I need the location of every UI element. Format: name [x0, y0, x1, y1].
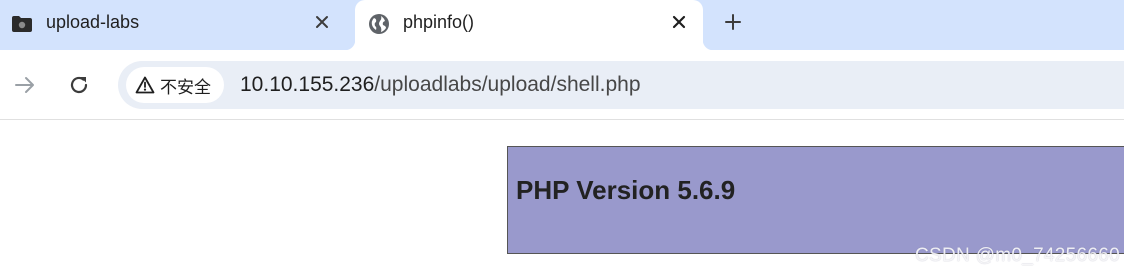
reload-icon[interactable]: [66, 72, 92, 98]
security-indicator[interactable]: 不安全: [126, 67, 224, 103]
globe-icon: [368, 13, 390, 35]
phpinfo-header: PHP Version 5.6.9: [507, 146, 1124, 254]
tab-upload-labs[interactable]: upload-labs: [0, 0, 346, 50]
page-content: PHP Version 5.6.9 CSDN @m0_74256660: [0, 121, 1124, 271]
tab-title: phpinfo(): [403, 12, 475, 32]
tab-phpinfo[interactable]: phpinfo(): [345, 0, 713, 50]
forward-arrow-icon[interactable]: [12, 72, 38, 98]
url-path: /uploadlabs/upload/shell.php: [374, 73, 641, 96]
security-label: 不安全: [160, 77, 211, 98]
close-icon[interactable]: [667, 10, 691, 34]
plus-icon[interactable]: [720, 9, 746, 35]
tab-title: upload-labs: [46, 12, 140, 32]
url-host: 10.10.155.236: [240, 73, 375, 96]
warning-icon: [135, 75, 155, 95]
folder-icon: [11, 13, 33, 35]
watermark: CSDN @m0_74256660: [915, 245, 1120, 266]
address-bar[interactable]: 不安全 10.10.155.236/uploadlabs/upload/shel…: [118, 61, 1124, 109]
close-icon[interactable]: [310, 10, 334, 34]
tab-strip: upload-labs phpinfo(): [0, 0, 1124, 50]
page-title: PHP Version 5.6.9: [516, 175, 736, 205]
url-text[interactable]: 10.10.155.236/uploadlabs/upload/shell.ph…: [240, 73, 641, 97]
browser-toolbar: 不安全 10.10.155.236/uploadlabs/upload/shel…: [0, 50, 1124, 120]
